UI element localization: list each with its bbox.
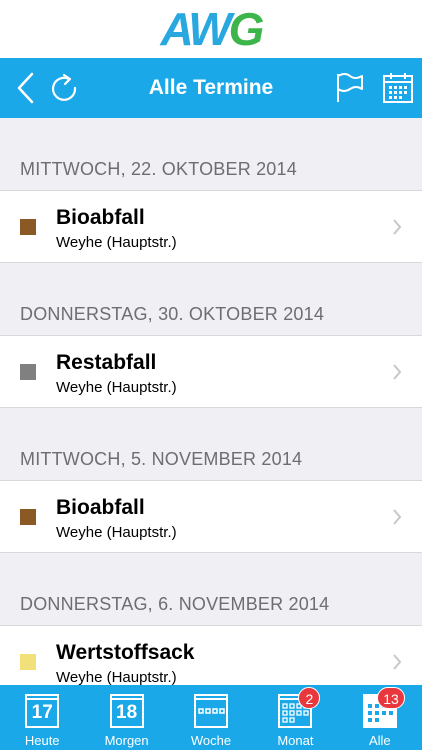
chevron-right-icon: [393, 509, 402, 525]
tab-label: Alle: [368, 733, 391, 748]
waste-type: Restabfall: [56, 351, 157, 374]
awg-logo: AWG: [160, 3, 265, 55]
tab-bar: 17 Heute 18 Morgen Woche 2 Monat 13 Alle: [0, 685, 422, 750]
logo-letter-a: A: [160, 3, 192, 55]
calendar-icon: [383, 73, 413, 103]
day-number: 17: [31, 702, 53, 723]
location-label: Weyhe (Hauptstr.): [56, 379, 177, 396]
chevron-right-icon: [393, 364, 402, 380]
tab-woche[interactable]: Woche: [169, 685, 253, 750]
waste-color-swatch: [20, 364, 36, 380]
notification-badge: 13: [377, 687, 405, 709]
chevron-left-icon: [17, 72, 34, 104]
tab-label: Monat: [277, 733, 314, 748]
chevron-right-icon: [393, 654, 402, 670]
refresh-button[interactable]: [46, 70, 82, 106]
navigation-bar: Alle Termine: [0, 58, 422, 118]
logo-letter-g: G: [228, 3, 265, 55]
location-label: Weyhe (Hauptstr.): [56, 524, 177, 541]
calendar-month-icon: 2: [276, 687, 321, 729]
calendar-button[interactable]: [380, 70, 416, 106]
date-header: DONNERSTAG, 6. NOVEMBER 2014: [20, 594, 330, 614]
tab-alle[interactable]: 13 Alle: [338, 685, 422, 750]
tab-label: Woche: [190, 733, 232, 748]
date-header: MITTWOCH, 22. OKTOBER 2014: [20, 159, 297, 179]
flag-icon: [337, 73, 363, 102]
flag-button[interactable]: [332, 70, 368, 106]
tab-morgen[interactable]: 18 Morgen: [84, 685, 168, 750]
location-label: Weyhe (Hauptstr.): [56, 234, 177, 251]
notification-badge: 2: [298, 687, 321, 709]
date-header: MITTWOCH, 5. NOVEMBER 2014: [20, 449, 303, 469]
chevron-right-icon: [393, 219, 402, 235]
back-button[interactable]: [8, 70, 44, 106]
waste-color-swatch: [20, 509, 36, 525]
location-label: Weyhe (Hauptstr.): [56, 669, 177, 685]
appointment-row[interactable]: Wertstoffsack Weyhe (Hauptstr.): [0, 625, 422, 685]
waste-type: Bioabfall: [56, 496, 145, 519]
calendar-day-icon: 17: [23, 691, 61, 729]
appointment-row[interactable]: Restabfall Weyhe (Hauptstr.): [0, 335, 422, 408]
day-number: 18: [116, 702, 138, 723]
appointment-row[interactable]: Bioabfall Weyhe (Hauptstr.): [0, 480, 422, 553]
appointment-list[interactable]: MITTWOCH, 22. OKTOBER 2014 Bioabfall Wey…: [0, 118, 422, 685]
tab-heute[interactable]: 17 Heute: [0, 685, 84, 750]
calendar-day-icon: 18: [108, 691, 146, 729]
refresh-icon: [51, 73, 77, 101]
calendar-all-icon: 13: [361, 687, 405, 729]
waste-type: Wertstoffsack: [56, 641, 195, 664]
appointment-row[interactable]: Bioabfall Weyhe (Hauptstr.): [0, 190, 422, 263]
calendar-week-icon: [192, 691, 230, 729]
waste-type: Bioabfall: [56, 206, 145, 229]
date-header: DONNERSTAG, 30. OKTOBER 2014: [20, 304, 325, 324]
app-header: AWG: [0, 0, 422, 58]
tab-label: Heute: [24, 733, 60, 748]
waste-color-swatch: [20, 654, 36, 670]
tab-monat[interactable]: 2 Monat: [253, 685, 337, 750]
logo-letter-w: W: [188, 3, 231, 55]
tab-label: Morgen: [104, 733, 149, 748]
waste-color-swatch: [20, 219, 36, 235]
